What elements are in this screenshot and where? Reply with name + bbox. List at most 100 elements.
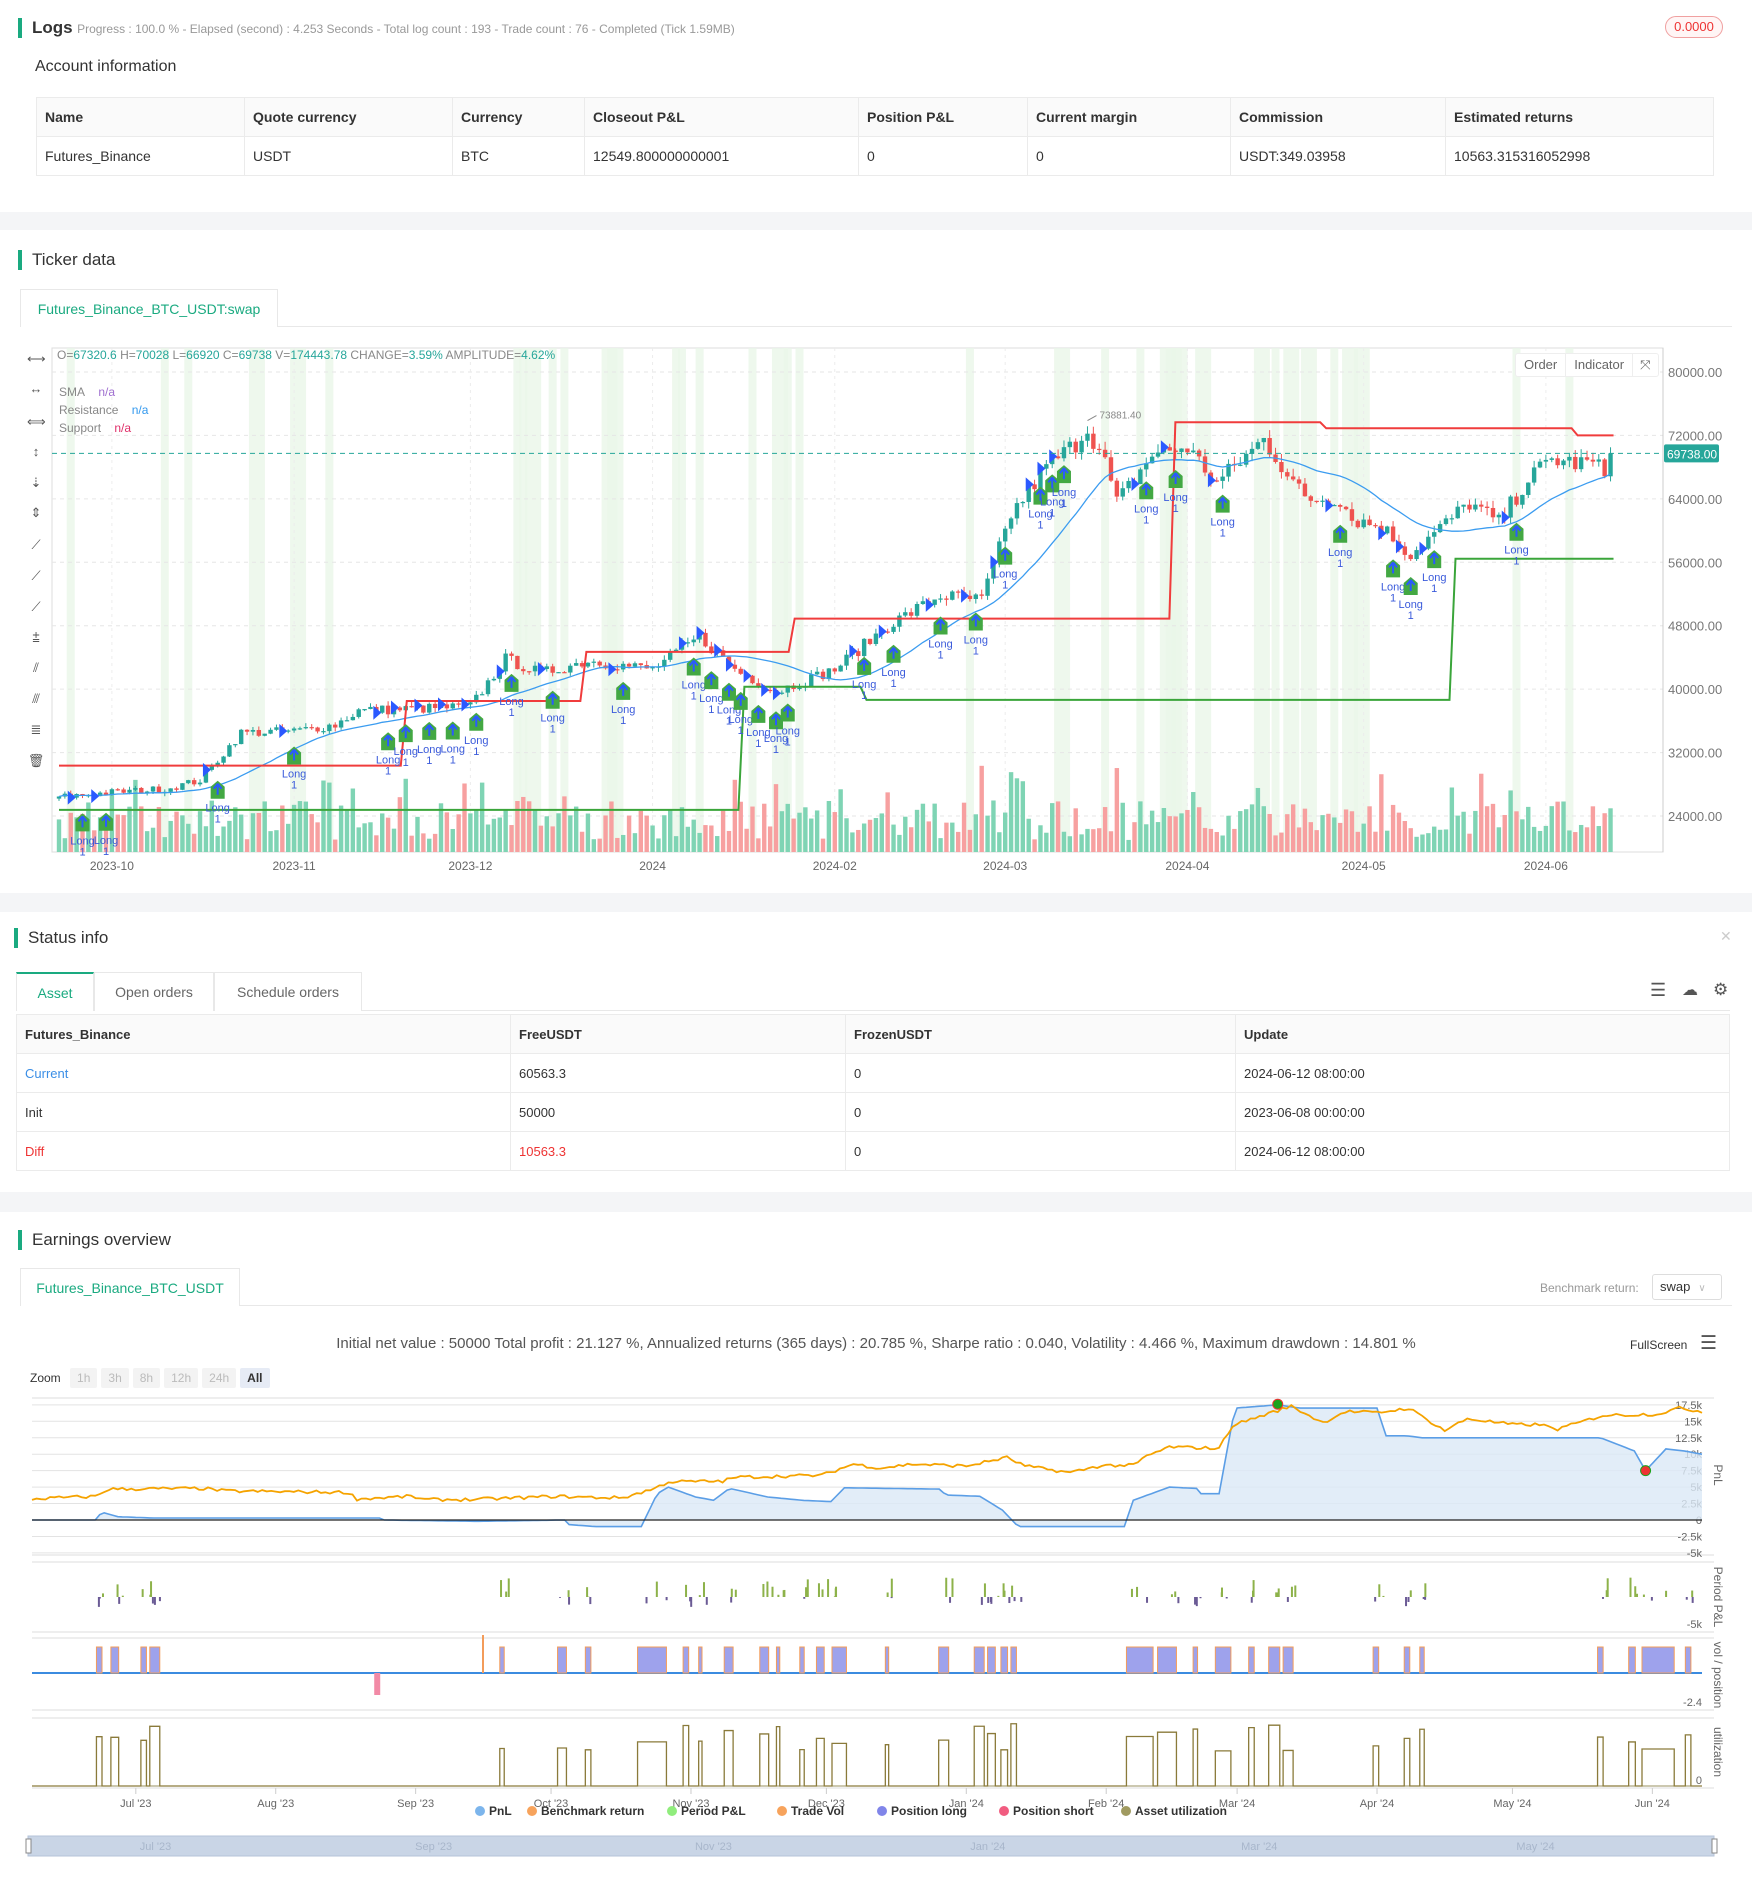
row-label-diff: Diff: [16, 1131, 511, 1171]
zoom-24h[interactable]: 24h: [202, 1368, 237, 1388]
tab-schedule-orders[interactable]: Schedule orders: [214, 972, 362, 1011]
fullscreen-expand-icon[interactable]: ⤧: [1633, 354, 1657, 376]
volume-bar: [350, 788, 356, 852]
candle-body: [668, 651, 673, 660]
period-pnl-bar: [141, 1589, 144, 1597]
price-line-icon[interactable]: ⩲: [27, 629, 45, 647]
period-pnl-bar: [1290, 1586, 1293, 1597]
candle-body: [168, 788, 173, 792]
horizontal-segment-icon[interactable]: ⟺: [27, 413, 46, 431]
benchmark-select[interactable]: swap ∨: [1652, 1274, 1722, 1300]
marker-qty: 1: [403, 757, 409, 769]
candle-body: [156, 786, 162, 794]
tab-asset[interactable]: Asset: [16, 972, 94, 1011]
col-closeout-pnl: Closeout P&L: [584, 97, 859, 137]
volume-bar: [814, 810, 820, 852]
marker-label: Long: [776, 726, 800, 738]
vertical-line-icon[interactable]: ↕: [27, 443, 45, 461]
cell-quote-currency: USDT: [244, 136, 453, 176]
candle-body: [1255, 442, 1261, 449]
zoom-1h[interactable]: 1h: [70, 1368, 98, 1388]
fib-retracement-icon[interactable]: ≣: [27, 721, 45, 739]
indicator-button[interactable]: Indicator: [1566, 354, 1634, 376]
candle-body: [767, 689, 773, 692]
position-long-bar: [1010, 1646, 1017, 1674]
section-divider: [0, 893, 1752, 912]
marker-qty: 1: [1173, 503, 1179, 515]
close-status-icon[interactable]: ✕: [1720, 928, 1732, 945]
ray-line-icon[interactable]: ⟋: [27, 567, 45, 585]
chart-menu-icon[interactable]: ☰: [1700, 1332, 1717, 1355]
position-long-bar: [831, 1646, 847, 1674]
candle-body: [1232, 463, 1237, 466]
tab-ticker-symbol[interactable]: Futures_Binance_BTC_USDT:swap: [20, 289, 278, 327]
list-icon[interactable]: ☰: [1650, 980, 1666, 1001]
marker-label: Long: [1422, 572, 1446, 584]
candle-body: [1537, 461, 1543, 468]
pnl-tick-label: 15k: [1684, 1416, 1702, 1428]
period-pnl-bar: [1685, 1597, 1688, 1600]
pnl-line: [32, 1403, 1703, 1528]
volume-bar: [150, 827, 156, 852]
order-indicator-toolbar: Order Indicator ⤧: [1515, 353, 1659, 377]
tab-earnings-symbol[interactable]: Futures_Binance_BTC_USDT: [20, 1268, 240, 1306]
legend-sma[interactable]: SMA n/a: [59, 383, 148, 401]
volume-bar: [1496, 827, 1502, 852]
candle-body: [462, 704, 467, 706]
volume-bar: [121, 815, 126, 852]
candle-body: [1332, 504, 1337, 507]
horizontal-ray-icon[interactable]: ↔: [27, 380, 45, 398]
marker-qty: 1: [1049, 507, 1055, 519]
candle-body: [1502, 514, 1507, 518]
volume-bar: [1573, 832, 1578, 852]
price-tick-label: 56000.00: [1668, 555, 1722, 570]
zoom-8h[interactable]: 8h: [132, 1368, 161, 1388]
row-label-current[interactable]: Current: [16, 1053, 511, 1093]
cloud-upload-icon[interactable]: ☁: [1682, 980, 1698, 1000]
vertical-ray-icon[interactable]: ⇣: [27, 474, 45, 492]
arrow-up-icon: [289, 748, 299, 761]
candle-body: [250, 729, 256, 732]
volume-bar: [1285, 814, 1290, 852]
segment-line-icon[interactable]: ⟋: [27, 598, 45, 616]
fullscreen-button[interactable]: FullScreen: [1630, 1338, 1687, 1352]
trend-line-icon[interactable]: ⟋: [27, 536, 45, 554]
volume-bar: [738, 801, 743, 852]
period-pnl-bar: [817, 1583, 820, 1597]
candle-body: [1026, 484, 1031, 502]
plot-frame: [51, 347, 1664, 853]
volume-bar: [750, 806, 755, 852]
legend-resistance[interactable]: Resistance n/a: [59, 401, 148, 419]
horizontal-line-icon[interactable]: ⟷: [27, 350, 46, 368]
period-pnl-bar: [1170, 1594, 1173, 1597]
tab-open-orders[interactable]: Open orders: [94, 972, 214, 1011]
entry-triangle-icon: [1395, 539, 1404, 554]
period-pnl-bar: [150, 1581, 153, 1597]
trash-icon[interactable]: 🗑: [27, 752, 45, 770]
signal-band: [325, 348, 334, 852]
signal-band: [607, 348, 624, 852]
settings-gear-icon[interactable]: ⚙: [1713, 980, 1728, 1000]
zoom-3h[interactable]: 3h: [101, 1368, 129, 1388]
volume-bar: [1091, 829, 1096, 852]
zoom-all[interactable]: All: [240, 1368, 270, 1388]
legend-support[interactable]: Support n/a: [59, 419, 148, 437]
period-pnl-bar: [1286, 1597, 1289, 1602]
marker-qty: 1: [1408, 610, 1414, 622]
candle-body: [879, 631, 884, 634]
arrow-up-icon: [424, 724, 435, 736]
navigator-scrollbar: [27, 1835, 1715, 1857]
order-button[interactable]: Order: [1516, 354, 1567, 376]
long-marker-icon: [886, 644, 901, 663]
candle-body: [985, 578, 990, 596]
volume-bar: [961, 802, 967, 852]
fib-lines-icon[interactable]: ⫻: [27, 690, 45, 708]
volume-bar: [485, 824, 491, 852]
zoom-12h[interactable]: 12h: [164, 1368, 199, 1388]
parallel-channel-icon[interactable]: ⫽: [27, 659, 45, 677]
marker-qty: 1: [1143, 514, 1149, 526]
long-marker-icon: [210, 780, 225, 799]
period-pnl-bar: [97, 1597, 100, 1607]
volume-bar: [967, 829, 973, 852]
vertical-segment-icon[interactable]: ⇕: [27, 504, 45, 522]
